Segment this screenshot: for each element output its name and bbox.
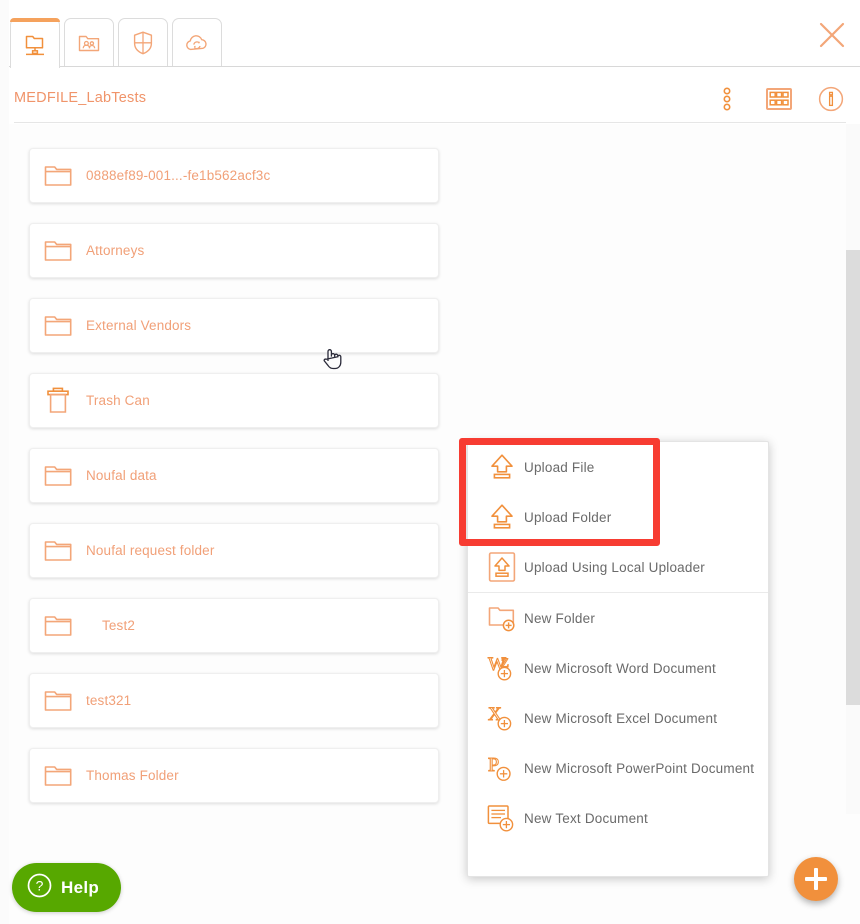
folder-name: 0888ef89-001...-fe1b562acf3c [86, 168, 271, 183]
grid-view-icon [766, 87, 792, 115]
plus-icon-vertical [813, 868, 819, 890]
help-button[interactable]: ? Help [12, 863, 122, 912]
menu-item-new-microsoft-word-document[interactable]: W Z New Microsoft Word Document [468, 643, 768, 693]
menu-item-upload-using-local-uploader[interactable]: Upload Using Local Uploader [468, 542, 768, 592]
menu-item-upload-folder[interactable]: Upload Folder [468, 492, 768, 542]
folder-row[interactable]: 0888ef89-001...-fe1b562acf3c [29, 148, 439, 203]
window-left-edge [0, 0, 9, 924]
info-icon [818, 86, 844, 117]
more-options-icon [723, 86, 731, 116]
folder-name: Noufal data [86, 468, 157, 483]
folder-row[interactable]: Noufal request folder [29, 523, 439, 578]
menu-item-label: Upload File [524, 459, 595, 475]
menu-item-label: New Text Document [524, 810, 648, 826]
trash-can-icon [30, 386, 86, 416]
folder-row[interactable]: Thomas Folder [29, 748, 439, 803]
menu-item-new-microsoft-excel-document[interactable]: X New Microsoft Excel Document [468, 693, 768, 743]
powerpoint-document-icon: P [480, 753, 524, 783]
folder-icon [30, 538, 86, 564]
shared-folder-people-icon [76, 30, 102, 56]
folder-name: Thomas Folder [86, 768, 179, 783]
more-options-button[interactable] [712, 86, 742, 116]
header-divider [14, 122, 846, 123]
network-folder-icon [22, 31, 48, 57]
vertical-scrollbar-thumb[interactable] [846, 250, 860, 705]
vertical-scrollbar-track[interactable] [846, 124, 860, 814]
folder-row[interactable]: Test2 [29, 598, 439, 653]
help-label: Help [61, 877, 100, 897]
add-new-button[interactable] [794, 857, 838, 901]
folder-icon [30, 238, 86, 264]
mouse-cursor [322, 345, 344, 378]
menu-item-new-folder[interactable]: New Folder [468, 593, 768, 643]
excel-document-icon: X [480, 703, 524, 733]
folder-row[interactable]: Noufal data [29, 448, 439, 503]
breadcrumb[interactable]: MEDFILE_LabTests [14, 90, 146, 106]
folder-icon [30, 163, 86, 189]
word-document-icon: WZ [480, 653, 524, 683]
menu-item-new-text-document[interactable]: New Text Document [468, 793, 768, 843]
menu-item-label: New Folder [524, 610, 596, 626]
question-mark-icon: ? [27, 873, 52, 903]
upload-local-uploader-icon [480, 551, 524, 583]
upload-context-menu: Upload File Upload Folder Upload Using Loc… [467, 441, 769, 877]
new-folder-icon [480, 604, 524, 632]
info-button[interactable] [816, 86, 846, 116]
menu-item-label: Upload Using Local Uploader [524, 559, 706, 575]
close-icon [818, 21, 846, 54]
folder-name: External Vendors [86, 318, 192, 333]
folder-row[interactable]: Attorneys [29, 223, 439, 278]
application-window: MEDFILE_LabTests 0888ef89-001...-fe1b562… [0, 0, 860, 924]
shield-icon [130, 29, 156, 57]
folder-icon [30, 313, 86, 339]
menu-item-upload-file[interactable]: Upload File [468, 442, 768, 492]
header-action-icons [712, 86, 846, 116]
menu-item-new-microsoft-powerpoint-document[interactable]: P New Microsoft PowerPoint Document [468, 743, 768, 793]
close-window-button[interactable] [813, 18, 851, 56]
folder-row[interactable]: Trash Can [29, 373, 439, 428]
tab-secure[interactable] [118, 18, 168, 66]
grid-view-button[interactable] [764, 86, 794, 116]
folder-name: Noufal request folder [86, 543, 215, 558]
folder-row[interactable]: External Vendors [29, 298, 439, 353]
folder-name: Trash Can [86, 393, 150, 408]
folder-icon [30, 463, 86, 489]
upload-folder-icon [480, 502, 524, 532]
cloud-sync-icon [183, 30, 211, 56]
folder-list: 0888ef89-001...-fe1b562acf3c Attorneys Ext… [29, 148, 447, 823]
tab-shared-files[interactable] [64, 18, 114, 66]
folder-name: Test2 [102, 618, 136, 633]
folder-name: Attorneys [86, 243, 145, 258]
menu-item-label: Upload Folder [524, 509, 612, 525]
tab-my-files[interactable] [10, 18, 60, 70]
menu-item-label: New Microsoft Excel Document [524, 710, 718, 726]
tab-list [10, 18, 222, 70]
folder-icon [30, 688, 86, 714]
svg-text:?: ? [36, 877, 44, 893]
menu-item-label: New Microsoft Word Document [524, 660, 716, 676]
menu-item-label: New Microsoft PowerPoint Document [524, 760, 755, 776]
upload-file-icon [480, 452, 524, 482]
tab-cloud-sync[interactable] [172, 18, 222, 66]
folder-icon [30, 613, 86, 639]
folder-name: test321 [86, 693, 132, 708]
text-document-icon [480, 803, 524, 833]
folder-icon [30, 763, 86, 789]
folder-row[interactable]: test321 [29, 673, 439, 728]
